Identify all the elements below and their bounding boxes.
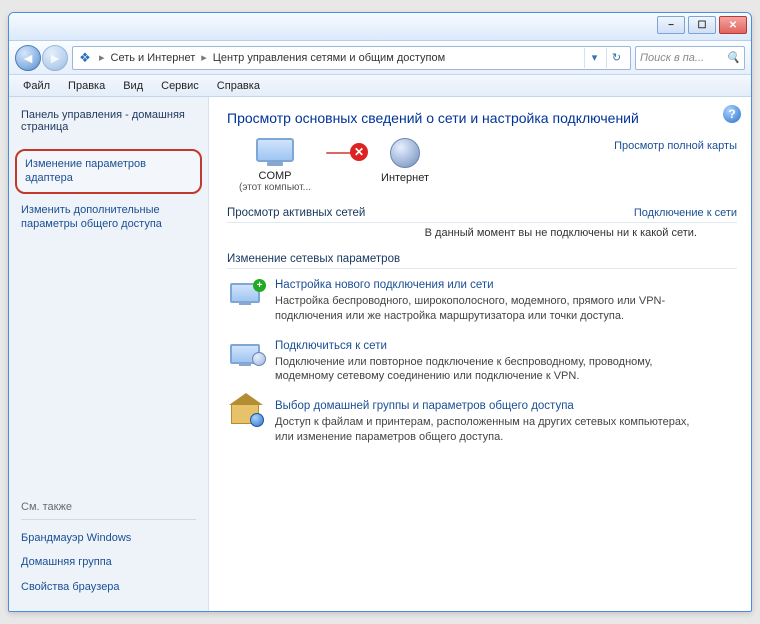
option-desc: Настройка беспроводного, широкополосного… xyxy=(275,294,695,324)
nav-bar: ◄ ► ❖ ▸ Сеть и Интернет ▸ Центр управлен… xyxy=(9,41,751,75)
network-icon: ❖ xyxy=(77,50,93,66)
menu-help[interactable]: Справка xyxy=(209,78,268,94)
menu-bar: Файл Правка Вид Сервис Справка xyxy=(9,75,751,97)
option-title: Настройка нового подключения или сети xyxy=(275,279,737,291)
monitor-globe-icon xyxy=(230,344,260,364)
maximize-button[interactable]: ☐ xyxy=(688,16,716,34)
connection-broken-icon: ✕ xyxy=(321,138,371,168)
search-input[interactable]: Поиск в па... 🔍 xyxy=(635,46,745,70)
search-placeholder: Поиск в па... xyxy=(640,52,704,64)
breadcrumb-sep-icon: ▸ xyxy=(201,51,207,64)
window: − ☐ ✕ ◄ ► ❖ ▸ Сеть и Интернет ▸ Центр уп… xyxy=(8,12,752,612)
menu-file[interactable]: Файл xyxy=(15,78,58,94)
section-change-settings: Изменение сетевых параметров xyxy=(227,253,737,269)
active-networks-status: В данный момент вы не подключены ни к ка… xyxy=(227,227,737,239)
option-connect-network[interactable]: Подключиться к сети Подключение или повт… xyxy=(227,340,737,385)
option-title: Подключиться к сети xyxy=(275,340,737,352)
network-node-label: COMP xyxy=(259,170,292,182)
back-button[interactable]: ◄ xyxy=(15,45,41,71)
address-bar[interactable]: ❖ ▸ Сеть и Интернет ▸ Центр управления с… xyxy=(72,46,631,70)
menu-view[interactable]: Вид xyxy=(115,78,151,94)
house-globe-icon xyxy=(231,404,259,424)
title-bar: − ☐ ✕ xyxy=(9,13,751,41)
content-pane: ? Просмотр основных сведений о сети и на… xyxy=(209,97,751,611)
help-icon[interactable]: ? xyxy=(723,105,741,123)
breadcrumb-sep-icon: ▸ xyxy=(99,51,105,64)
forward-button[interactable]: ► xyxy=(42,45,68,71)
monitor-plus-icon: + xyxy=(230,283,260,303)
network-node-computer[interactable]: COMP (этот компьют... xyxy=(239,138,311,193)
sidebar-see-also-header: См. также xyxy=(21,501,196,513)
sidebar-home-link[interactable]: Панель управления - домашняя страница xyxy=(21,109,196,133)
breadcrumb-seg-2[interactable]: Центр управления сетями и общим доступом xyxy=(213,52,445,64)
search-icon: 🔍 xyxy=(726,51,740,64)
breadcrumb-dropdown-button[interactable]: ▾ xyxy=(584,48,604,68)
option-new-connection[interactable]: + Настройка нового подключения или сети … xyxy=(227,279,737,324)
option-homegroup-sharing[interactable]: Выбор домашней группы и параметров общег… xyxy=(227,400,737,445)
close-button[interactable]: ✕ xyxy=(719,16,747,34)
section-active-networks: Подключение к сети Просмотр активных сет… xyxy=(227,207,737,223)
refresh-button[interactable]: ↻ xyxy=(606,48,626,68)
sidebar: Панель управления - домашняя страница Из… xyxy=(9,97,209,611)
menu-edit[interactable]: Правка xyxy=(60,78,113,94)
option-desc: Доступ к файлам и принтерам, расположенн… xyxy=(275,415,695,445)
sidebar-firewall[interactable]: Брандмауэр Windows xyxy=(21,531,196,545)
globe-icon xyxy=(390,138,420,168)
sidebar-browser-props[interactable]: Свойства браузера xyxy=(21,580,196,594)
option-desc: Подключение или повторное подключение к … xyxy=(275,355,695,385)
connect-network-link[interactable]: Подключение к сети xyxy=(634,207,737,219)
breadcrumb-seg-1[interactable]: Сеть и Интернет xyxy=(111,52,196,64)
sidebar-adapter-settings[interactable]: Изменение параметров адаптера xyxy=(15,149,202,194)
network-map: COMP (этот компьют... ✕ Интернет xyxy=(239,138,614,193)
minimize-button[interactable]: − xyxy=(657,16,685,34)
full-map-link[interactable]: Просмотр полной карты xyxy=(614,140,737,152)
network-node-label: Интернет xyxy=(381,172,429,184)
sidebar-advanced-sharing[interactable]: Изменить дополнительные параметры общего… xyxy=(21,203,196,232)
option-title: Выбор домашней группы и параметров общег… xyxy=(275,400,737,412)
network-node-internet[interactable]: Интернет xyxy=(381,138,429,184)
computer-icon xyxy=(256,138,294,162)
sidebar-homegroup[interactable]: Домашняя группа xyxy=(21,555,196,569)
menu-service[interactable]: Сервис xyxy=(153,78,207,94)
network-node-sublabel: (этот компьют... xyxy=(239,182,311,193)
page-title: Просмотр основных сведений о сети и наст… xyxy=(227,109,647,128)
